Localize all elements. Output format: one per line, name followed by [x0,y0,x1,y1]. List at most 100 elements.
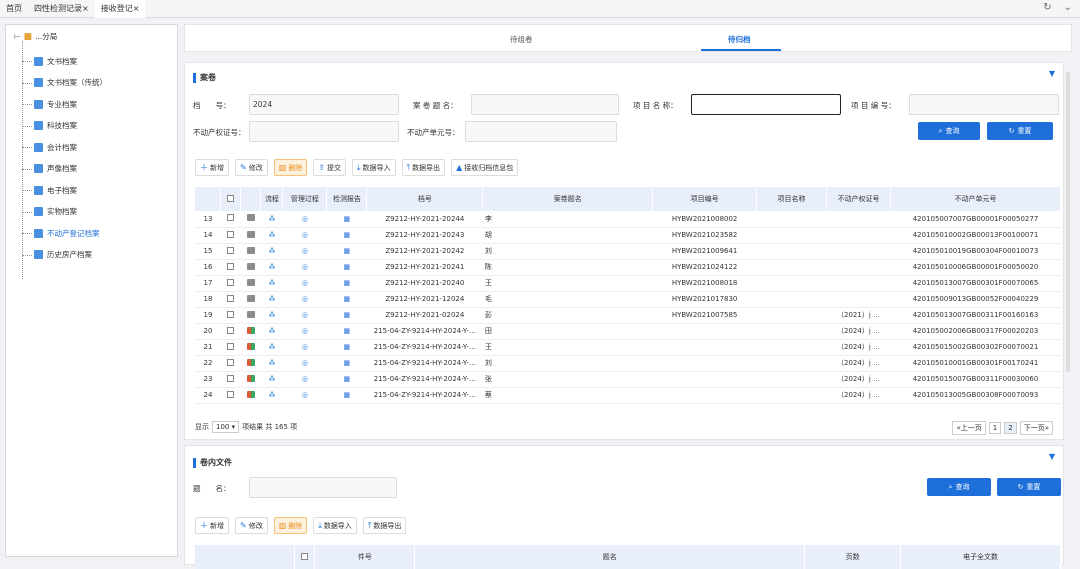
report-icon[interactable]: ▦ [344,311,351,319]
globe-icon[interactable]: ◎ [302,359,308,367]
row-checkbox[interactable] [227,246,235,254]
reset-button[interactable]: ↻ 重置 [987,122,1053,140]
globe-icon[interactable]: ◎ [302,279,308,287]
report-icon[interactable]: ▦ [344,231,351,239]
submit-button[interactable]: ⇪ 提交 [313,159,346,176]
flow-icon[interactable]: ⁂ [268,247,275,255]
tree-item[interactable]: 文书档案（传统） [34,77,107,89]
row-checkbox[interactable] [227,278,235,286]
tab-home[interactable]: 首页 [0,0,28,18]
col-flow[interactable]: 流程 [260,187,284,211]
row-checkbox[interactable] [227,390,235,398]
report-icon[interactable]: ▦ [344,359,351,367]
collapse-icon[interactable]: ▼ [1049,452,1055,461]
row-checkbox[interactable] [227,262,235,270]
delete-button[interactable]: ▥ 删除 [273,159,308,176]
report-icon[interactable]: ▦ [344,215,351,223]
col-e-files[interactable]: 电子全文数 [900,545,1061,569]
case-title-input[interactable] [471,94,619,115]
flow-icon[interactable]: ⁂ [268,311,275,319]
tree-root[interactable]: ⊢ ■ ...分局 [14,31,57,42]
flow-icon[interactable]: ⁂ [268,391,275,399]
query-button[interactable]: ⌕ 查询 [918,122,980,140]
table-row[interactable]: 24 ⁂ ◎ ▦ 215-04-ZY-9214-HY-2024-Y-… 蔡 （2024）j … [195,387,1061,404]
globe-icon[interactable]: ◎ [302,247,308,255]
flow-icon[interactable]: ⁂ [268,343,275,351]
prev-page-button[interactable]: «上一页 [952,421,986,435]
flow-icon[interactable]: ⁂ [268,215,275,223]
row-checkbox[interactable] [227,294,235,302]
report-icon[interactable]: ▦ [344,343,351,351]
row-checkbox[interactable] [227,374,235,382]
report-icon[interactable]: ▦ [344,279,351,287]
scrollbar[interactable] [1066,72,1070,372]
flow-icon[interactable]: ⁂ [268,231,275,239]
globe-icon[interactable]: ◎ [302,391,308,399]
inner-query-button[interactable]: ⌕ 查询 [927,478,991,496]
receive-package-button[interactable]: ▲ 接收归档信息包 [451,159,519,176]
tree-item[interactable]: 实物档案 [34,206,77,218]
table-row[interactable]: 15 ⁂ ◎ ▦ Z9212-HY-2021-20242 刘 HYBW2021009641 4… [195,243,1061,260]
col-case-title[interactable]: 案卷题名 [482,187,654,211]
property-cert-input[interactable] [249,121,399,142]
project-no-input[interactable] [909,94,1059,115]
report-icon[interactable]: ▦ [344,295,351,303]
row-checkbox[interactable] [227,214,235,222]
inner-delete-button[interactable]: ▥ 删除 [273,517,308,534]
globe-icon[interactable]: ◎ [302,311,308,319]
inner-add-button[interactable]: ＋新增 [195,517,229,534]
row-checkbox[interactable] [227,230,235,238]
globe-icon[interactable]: ◎ [302,295,308,303]
tree-item[interactable]: 专业档案 [34,98,77,110]
tab-pending-volume[interactable]: 待组卷 [510,34,533,45]
report-icon[interactable]: ▦ [344,391,351,399]
property-unit-input[interactable] [465,121,617,142]
globe-icon[interactable]: ◎ [302,375,308,383]
tree-item[interactable]: 不动产登记档案 [34,227,100,239]
inner-reset-button[interactable]: ↻ 重置 [997,478,1061,496]
flow-icon[interactable]: ⁂ [268,295,275,303]
report-icon[interactable]: ▦ [344,247,351,255]
table-row[interactable]: 17 ⁂ ◎ ▦ Z9212-HY-2021-20240 王 HYBW2021008018 4… [195,275,1061,292]
select-all-checkbox[interactable] [227,194,235,202]
col-process[interactable]: 管理过程 [282,187,328,211]
report-icon[interactable]: ▦ [344,263,351,271]
col-pages[interactable]: 页数 [804,545,902,569]
tab-four-check[interactable]: 四性检测记录× [28,0,95,18]
next-page-button[interactable]: 下一页» [1019,421,1053,435]
tree-item[interactable]: 声像档案 [34,163,77,175]
table-row[interactable]: 23 ⁂ ◎ ▦ 215-04-ZY-9214-HY-2024-Y-… 张 （2024）j … [195,371,1061,388]
title-input[interactable] [249,477,397,498]
archive-no-input[interactable]: 2024 [249,94,399,115]
tab-pending-archive[interactable]: 待归档 [728,34,751,45]
collapse-icon[interactable]: ▼ [1049,69,1055,78]
page-size-select[interactable]: 100 ▾ [212,421,240,433]
row-checkbox[interactable] [227,310,235,318]
col-item-no[interactable]: 件号 [314,545,416,569]
table-row[interactable]: 14 ⁂ ◎ ▦ Z9212-HY-2021-20243 胡 HYBW2021023582 4… [195,227,1061,244]
export-button[interactable]: ⤒ 数据导出 [401,159,446,176]
flow-icon[interactable]: ⁂ [268,327,275,335]
select-all-checkbox[interactable] [301,552,309,560]
globe-icon[interactable]: ◎ [302,231,308,239]
refresh-icon[interactable]: ↻ [1043,2,1051,13]
row-checkbox[interactable] [227,326,235,334]
col-archive-no[interactable]: 档号 [366,187,484,211]
tab-receive[interactable]: 接收登记× [94,0,146,18]
inner-export-button[interactable]: ⤒ 数据导出 [362,517,407,534]
tree-item[interactable]: 电子档案 [34,184,77,196]
chevron-down-icon[interactable]: ⌄ [1064,2,1072,13]
col-report[interactable]: 检测报告 [326,187,368,211]
flow-icon[interactable]: ⁂ [268,279,275,287]
col-property-unit[interactable]: 不动产单元号 [890,187,1062,211]
report-icon[interactable]: ▦ [344,327,351,335]
row-checkbox[interactable] [227,358,235,366]
report-icon[interactable]: ▦ [344,375,351,383]
table-row[interactable]: 18 ⁂ ◎ ▦ Z9212-HY-2021-12024 毛 HYBW2021017830 4… [195,291,1061,308]
table-row[interactable]: 21 ⁂ ◎ ▦ 215-04-ZY-9214-HY-2024-Y-… 王 （2024）j … [195,339,1061,356]
row-checkbox[interactable] [227,342,235,350]
edit-button[interactable]: ✎ 修改 [235,159,268,176]
globe-icon[interactable]: ◎ [302,327,308,335]
table-row[interactable]: 19 ⁂ ◎ ▦ Z9212-HY-2021-02024 彭 HYBW2021007585 （… [195,307,1061,324]
inner-edit-button[interactable]: ✎ 修改 [235,517,268,534]
